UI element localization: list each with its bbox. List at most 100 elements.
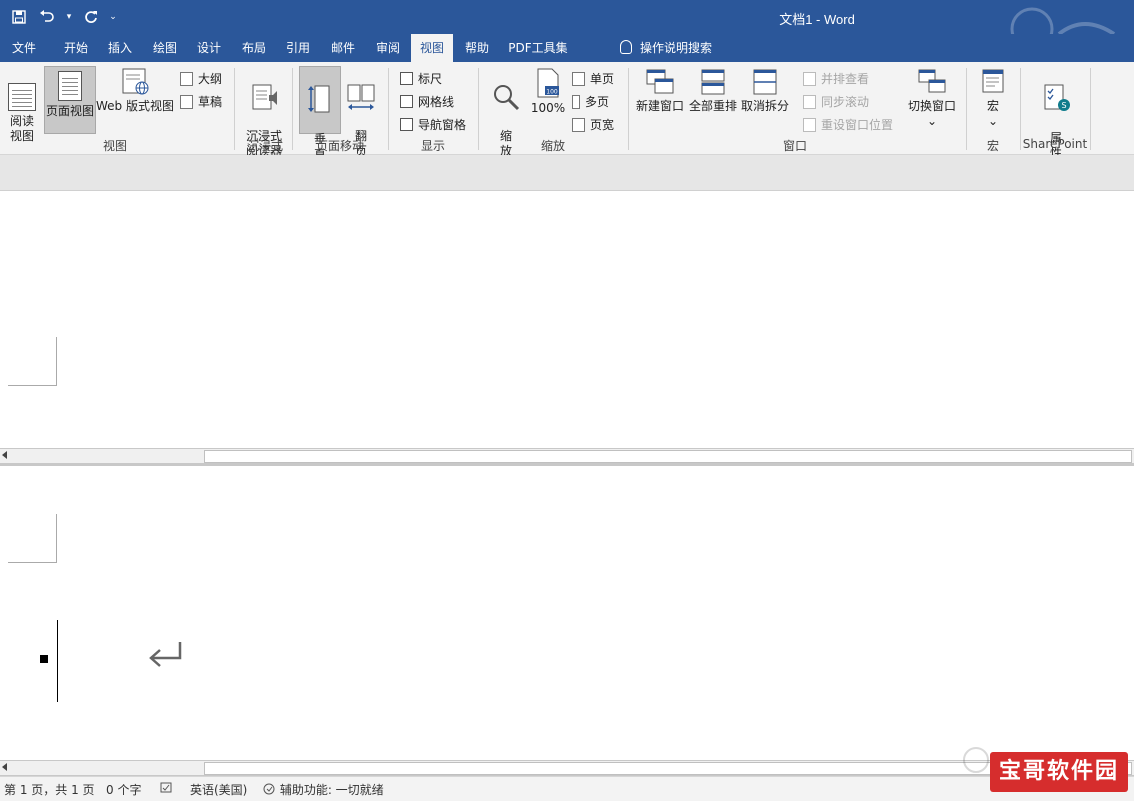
margin-corner-mark bbox=[8, 514, 57, 563]
watermark-logo: 宝哥软件园 bbox=[990, 752, 1128, 792]
paragraph-mark-bullet bbox=[40, 655, 48, 663]
sync-scroll-label: 同步滚动 bbox=[821, 95, 870, 109]
nav-pane-checkbox[interactable]: 导航窗格 bbox=[400, 116, 466, 133]
reset-position-icon bbox=[803, 117, 816, 132]
remove-split-label: 取消拆分 bbox=[740, 99, 789, 113]
gridlines-checkbox[interactable]: 网格线 bbox=[400, 93, 454, 110]
tell-me-label: 操作说明搜索 bbox=[640, 41, 713, 55]
document-pane-bottom[interactable] bbox=[0, 466, 1134, 760]
group-label-immersive: 沉浸式 bbox=[246, 139, 283, 153]
zoom-100-icon: 100 bbox=[537, 68, 559, 98]
group-label-view: 视图 bbox=[102, 139, 127, 153]
web-layout-icon bbox=[122, 68, 149, 95]
group-label-show: 显示 bbox=[420, 139, 445, 153]
nav-pane-label: 导航窗格 bbox=[418, 118, 467, 132]
zoom-button[interactable]: 缩 放 bbox=[488, 68, 524, 158]
ruler-label: 标尺 bbox=[418, 72, 443, 86]
ruler-check-icon bbox=[400, 72, 413, 85]
arrange-all-button[interactable]: 全部重排 bbox=[688, 68, 738, 132]
macros-label: 宏 bbox=[986, 99, 999, 113]
zoom-100-button[interactable]: 100 100% bbox=[528, 68, 568, 132]
immersive-reader-button[interactable]: 沉浸式 阅读器 bbox=[242, 68, 286, 158]
draft-label: 草稿 bbox=[198, 95, 223, 109]
separator bbox=[1090, 68, 1091, 150]
group-label-page-movement: 页面移动 bbox=[315, 139, 364, 153]
multiple-pages-label: 多页 bbox=[585, 95, 610, 109]
one-page-button[interactable]: 单页 bbox=[572, 70, 614, 87]
print-layout-icon bbox=[58, 71, 82, 101]
reset-window-position-button[interactable]: 重设窗口位置 bbox=[803, 116, 893, 133]
read-mode-button[interactable]: 阅读 视图 bbox=[4, 68, 40, 143]
tab-insert[interactable]: 插入 bbox=[100, 34, 140, 62]
switch-windows-button[interactable]: 切换窗口 ⌄ bbox=[906, 68, 958, 132]
paragraph-return-icon bbox=[149, 642, 182, 667]
multiple-pages-icon bbox=[572, 94, 580, 109]
page-count[interactable]: 第 1 页，共 1 页 bbox=[4, 781, 95, 798]
proofing-icon[interactable] bbox=[160, 782, 174, 797]
separator bbox=[478, 68, 479, 150]
print-layout-label: 页面视图 bbox=[45, 104, 94, 118]
scroll-left-arrow-icon[interactable] bbox=[2, 451, 7, 459]
new-window-label: 新建窗口 bbox=[635, 99, 684, 113]
tab-layout[interactable]: 布局 bbox=[233, 34, 275, 62]
immersive-reader-icon bbox=[252, 84, 277, 110]
draft-icon bbox=[180, 94, 193, 109]
outline-button[interactable]: 大纲 bbox=[180, 70, 222, 87]
horizontal-scrollbar-top[interactable] bbox=[0, 448, 1134, 464]
web-layout-label: Web 版式视图 bbox=[96, 99, 174, 113]
one-page-label: 单页 bbox=[590, 72, 615, 86]
switch-windows-chevron-icon: ⌄ bbox=[926, 114, 938, 128]
page-width-icon bbox=[572, 117, 585, 132]
status-bar: 第 1 页，共 1 页 0 个字 英语(美国) 辅助功能: 一切就绪 bbox=[0, 776, 1134, 801]
window-title: 文档1 - Word bbox=[779, 12, 855, 27]
new-window-button[interactable]: 新建窗口 bbox=[634, 68, 686, 132]
tab-help[interactable]: 帮助 bbox=[456, 34, 498, 62]
tab-mailings[interactable]: 邮件 bbox=[322, 34, 364, 62]
tab-draw[interactable]: 绘图 bbox=[144, 34, 186, 62]
tab-home[interactable]: 开始 bbox=[54, 34, 98, 62]
group-label-window: 窗口 bbox=[782, 139, 807, 153]
remove-split-icon bbox=[753, 69, 777, 95]
accessibility-status[interactable]: 辅助功能: 一切就绪 bbox=[262, 781, 384, 798]
tab-design[interactable]: 设计 bbox=[189, 34, 229, 62]
draft-button[interactable]: 草稿 bbox=[180, 93, 222, 110]
separator bbox=[388, 68, 389, 150]
side-by-side-label: 并排查看 bbox=[821, 72, 870, 86]
ribbon-collapse-area bbox=[0, 155, 1134, 191]
properties-button[interactable]: S 属 性 bbox=[1034, 68, 1078, 160]
page-width-button[interactable]: 页宽 bbox=[572, 116, 614, 133]
tab-references[interactable]: 引用 bbox=[278, 34, 318, 62]
side-to-side-icon bbox=[347, 84, 375, 110]
tab-file[interactable]: 文件 bbox=[4, 34, 44, 62]
scroll-left-arrow-icon[interactable] bbox=[2, 763, 7, 771]
tab-review[interactable]: 审阅 bbox=[367, 34, 409, 62]
text-cursor bbox=[57, 620, 58, 702]
outline-icon bbox=[180, 71, 193, 86]
word-count[interactable]: 0 个字 bbox=[106, 781, 141, 798]
web-layout-button[interactable]: Web 版式视图 bbox=[96, 68, 174, 132]
ruler-checkbox[interactable]: 标尺 bbox=[400, 70, 442, 87]
macros-button[interactable]: 宏 ⌄ bbox=[974, 68, 1012, 132]
remove-split-button[interactable]: 取消拆分 bbox=[740, 68, 790, 132]
ribbon: 阅读 视图 页面视图 Web 版式视图 大纲 草稿 视图 沉浸式 阅读器 沉浸式… bbox=[0, 62, 1134, 161]
tab-view[interactable]: 视图 bbox=[411, 34, 453, 62]
zoom-100-badge: 100 bbox=[546, 89, 558, 96]
switch-windows-label: 切换窗口 bbox=[907, 99, 956, 113]
group-label-zoom: 缩放 bbox=[540, 139, 565, 153]
multiple-pages-button[interactable]: 多页 bbox=[572, 93, 609, 110]
sync-scroll-button[interactable]: 同步滚动 bbox=[803, 93, 869, 110]
tab-pdf-tools[interactable]: PDF工具集 bbox=[500, 34, 576, 62]
language[interactable]: 英语(美国) bbox=[190, 781, 247, 798]
side-to-side-button[interactable]: 翻 页 bbox=[343, 68, 379, 158]
scrollbar-thumb[interactable] bbox=[204, 450, 1132, 463]
gridlines-label: 网格线 bbox=[418, 95, 455, 109]
tell-me-search[interactable]: 操作说明搜索 bbox=[620, 34, 712, 62]
page-width-label: 页宽 bbox=[590, 118, 615, 132]
document-pane-top[interactable] bbox=[0, 191, 1134, 449]
print-layout-button[interactable]: 页面视图 bbox=[44, 66, 96, 134]
view-side-by-side-button[interactable]: 并排查看 bbox=[803, 70, 869, 87]
vertical-button[interactable]: 垂 直 bbox=[299, 66, 341, 161]
read-mode-label: 阅读 视图 bbox=[9, 114, 34, 143]
svg-text:S: S bbox=[1061, 101, 1066, 110]
arrange-all-label: 全部重排 bbox=[688, 99, 737, 113]
